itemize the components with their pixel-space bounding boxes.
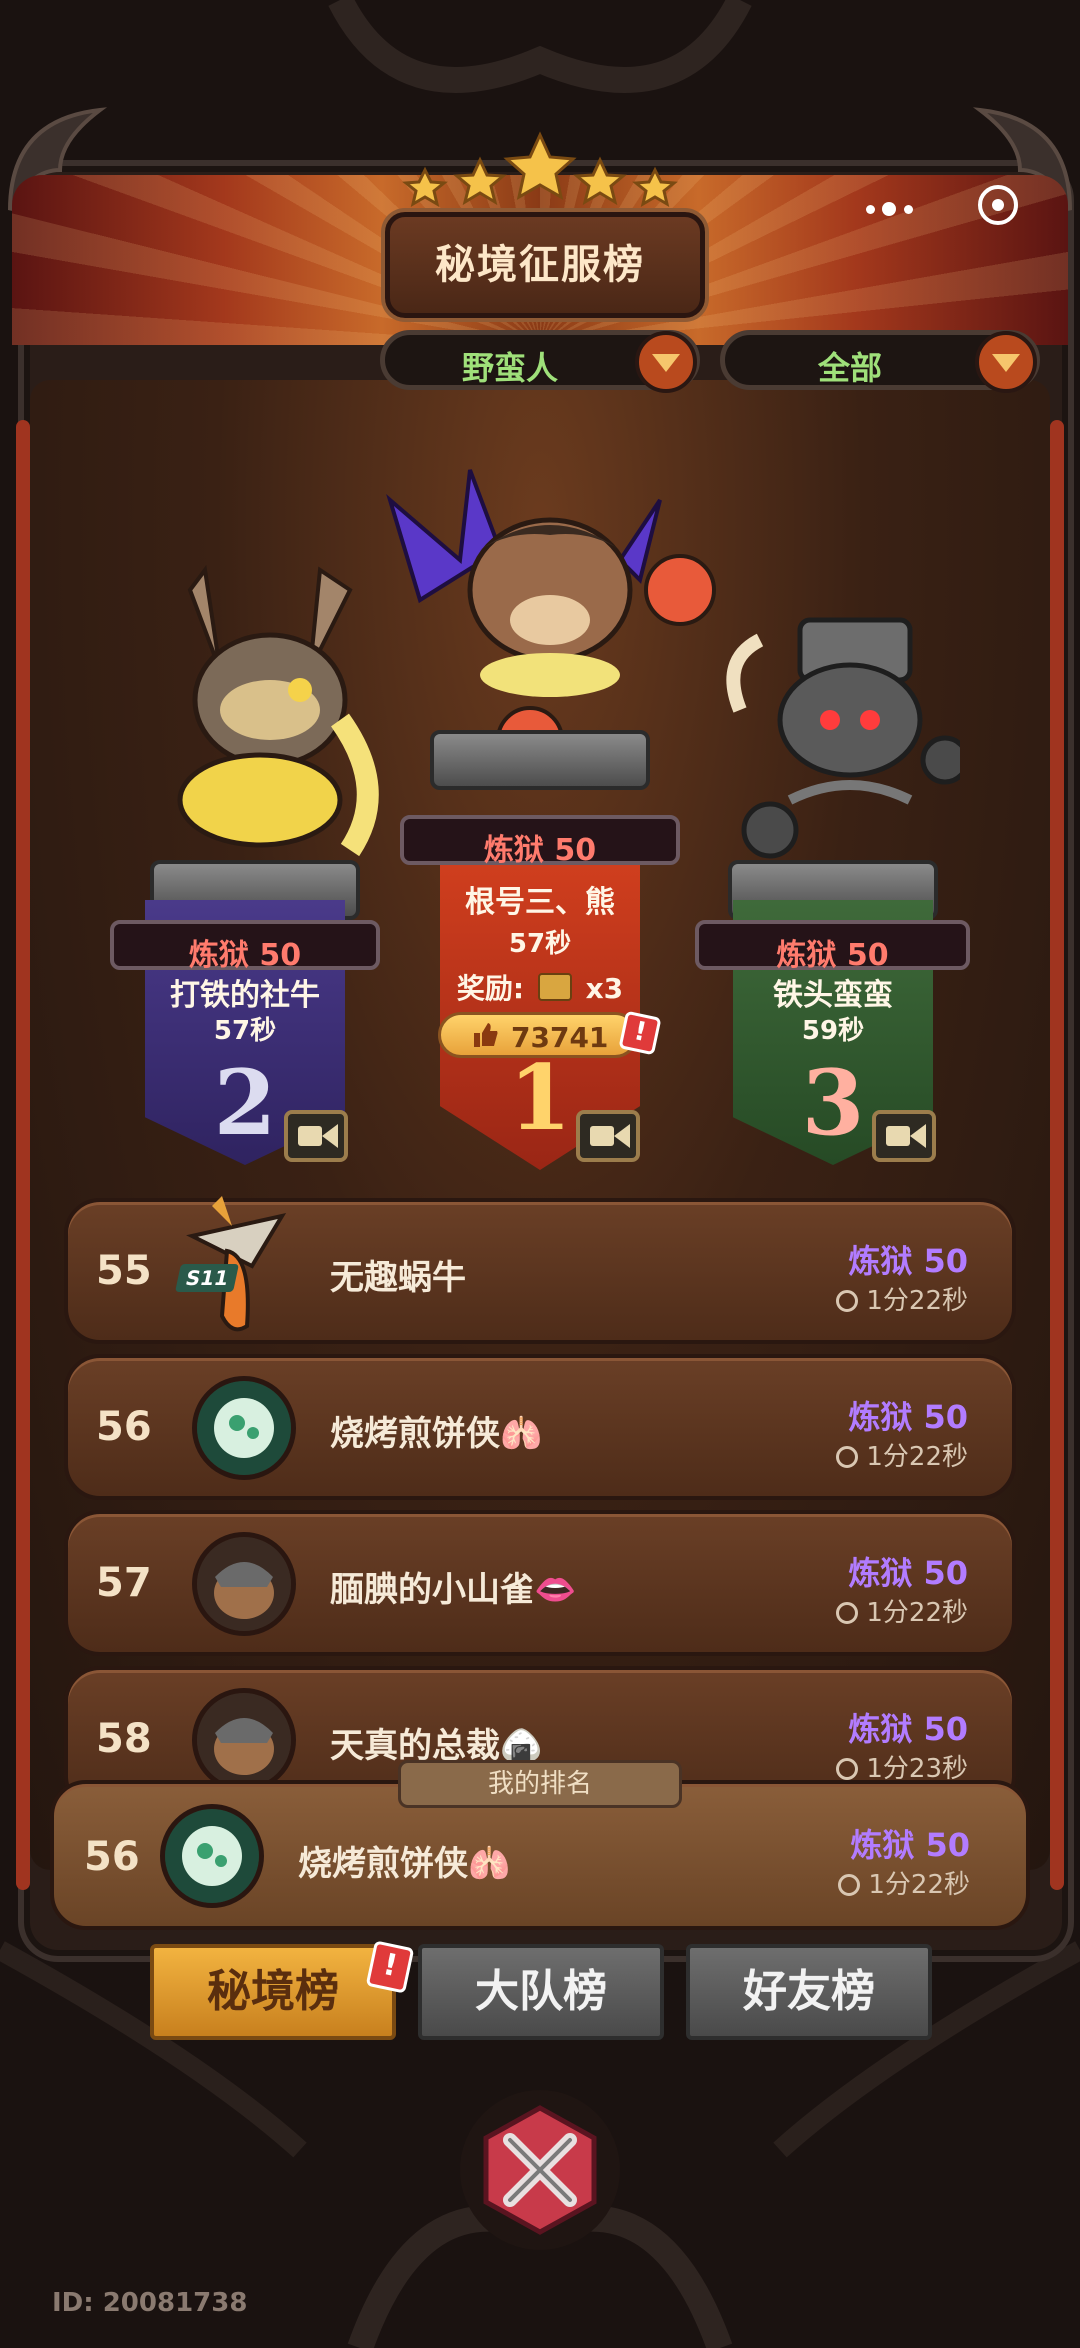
row-level: 炼狱 50	[848, 1398, 968, 1436]
scope-filter-dropdown[interactable]: 全部	[720, 330, 1040, 393]
third-place-level: 炼狱 50	[776, 938, 889, 973]
my-rank-tab: 我的排名	[398, 1760, 682, 1808]
second-place-level: 炼狱 50	[188, 938, 302, 973]
tab-secret-realm[interactable]: 秘境榜	[150, 1944, 396, 2040]
row-rank: 58	[96, 1716, 152, 1762]
close-icon[interactable]	[470, 2100, 610, 2240]
player-id: ID: 20081738	[52, 2288, 248, 2318]
third-place-time: 59秒	[801, 1016, 865, 1046]
third-place-name: 铁头蛮蛮	[773, 978, 893, 1013]
like-button[interactable]: 73741	[438, 1012, 638, 1058]
row-time: 1分22秒	[836, 1592, 968, 1629]
row-level: 炼狱 50	[848, 1710, 968, 1748]
my-name: 烧烤煎饼侠🫁	[298, 1844, 511, 1884]
more-menu-button[interactable]	[860, 190, 920, 230]
row-name: 腼腆的小山雀👄	[330, 1570, 577, 1610]
clock-icon	[836, 1446, 859, 1468]
season-badge: S11	[175, 1264, 240, 1292]
row-name: 无趣蜗牛	[330, 1258, 466, 1298]
class-filter-dropdown[interactable]: 野蛮人	[380, 330, 700, 393]
close-miniprogram-button[interactable]	[978, 185, 1018, 225]
row-time: 1分22秒	[836, 1436, 968, 1473]
first-place-time: 57秒	[508, 929, 572, 959]
class-filter-label: 野蛮人	[461, 349, 558, 387]
row-rank: 55	[96, 1248, 152, 1294]
row-level: 炼狱 50	[848, 1554, 968, 1592]
row-time: 1分22秒	[836, 1280, 968, 1317]
treasure-chest-icon	[537, 973, 572, 1001]
clock-icon	[836, 1290, 859, 1312]
second-place-time: 57秒	[213, 1016, 277, 1046]
reward-label: 奖励:	[456, 972, 525, 1005]
avatar	[192, 1688, 296, 1792]
tab-label: 秘境榜	[207, 1966, 339, 2017]
clock-icon	[838, 1874, 861, 1896]
avatar	[192, 1532, 296, 1636]
row-level: 炼狱 50	[848, 1242, 968, 1280]
page-title: 秘境征服榜	[435, 242, 645, 288]
tab-team[interactable]: 大队榜	[418, 1944, 664, 2040]
first-place-name: 根号三、熊	[465, 885, 615, 920]
avatar	[192, 1376, 296, 1480]
row-rank: 57	[96, 1560, 152, 1606]
my-avatar	[160, 1804, 264, 1908]
list-item[interactable]: 56 烧烤煎饼侠🫁 炼狱 50 1分22秒	[64, 1354, 1016, 1500]
like-alert-badge: !	[618, 1010, 662, 1056]
reward-count: x3	[585, 972, 624, 1005]
tab-label: 大队榜	[475, 1966, 607, 2017]
my-time: 1分22秒	[838, 1864, 970, 1901]
first-place-level-plate: 炼狱 50	[400, 815, 680, 868]
my-rank-tab-label: 我的排名	[487, 1769, 592, 1799]
row-time-value: 1分22秒	[866, 1442, 968, 1472]
five-stars-icon	[402, 131, 678, 208]
tab-friends[interactable]: 好友榜	[686, 1944, 932, 2040]
third-place-level-plate: 炼狱 50	[695, 920, 970, 973]
my-time-value: 1分22秒	[868, 1870, 970, 1900]
tab-label: 好友榜	[743, 1966, 875, 2017]
row-rank: 56	[96, 1404, 152, 1450]
clock-icon	[836, 1758, 859, 1780]
row-time-value: 1分22秒	[866, 1598, 968, 1628]
list-item[interactable]: 55 S11 无趣蜗牛 炼狱 50 1分22秒	[64, 1196, 1016, 1344]
chevron-down-icon[interactable]	[975, 331, 1037, 393]
first-place-replay-video-button[interactable]	[576, 1110, 640, 1162]
second-place-level-plate: 炼狱 50	[110, 920, 380, 973]
chevron-down-icon[interactable]	[635, 331, 697, 393]
first-place-pedestal	[430, 730, 650, 790]
like-count: 73741	[511, 1021, 609, 1054]
scope-filter-label: 全部	[817, 349, 882, 387]
row-time-value: 1分22秒	[866, 1286, 968, 1316]
right-rail	[1050, 420, 1064, 1890]
second-place-replay-video-button[interactable]	[284, 1110, 348, 1162]
first-place-level: 炼狱 50	[483, 833, 597, 868]
second-place-name: 打铁的社牛	[170, 978, 320, 1013]
first-place-reward: 奖励: x3	[440, 967, 640, 1007]
my-level: 炼狱 50	[850, 1826, 970, 1864]
my-rank-number: 56	[84, 1834, 140, 1880]
third-place-replay-video-button[interactable]	[872, 1110, 936, 1162]
list-item[interactable]: 57 腼腆的小山雀👄 炼狱 50 1分22秒	[64, 1510, 1016, 1656]
row-name: 烧烤煎饼侠🫁	[330, 1414, 543, 1454]
left-rail	[16, 420, 30, 1890]
thumbs-up-icon	[471, 1021, 499, 1049]
clock-icon	[836, 1602, 859, 1624]
